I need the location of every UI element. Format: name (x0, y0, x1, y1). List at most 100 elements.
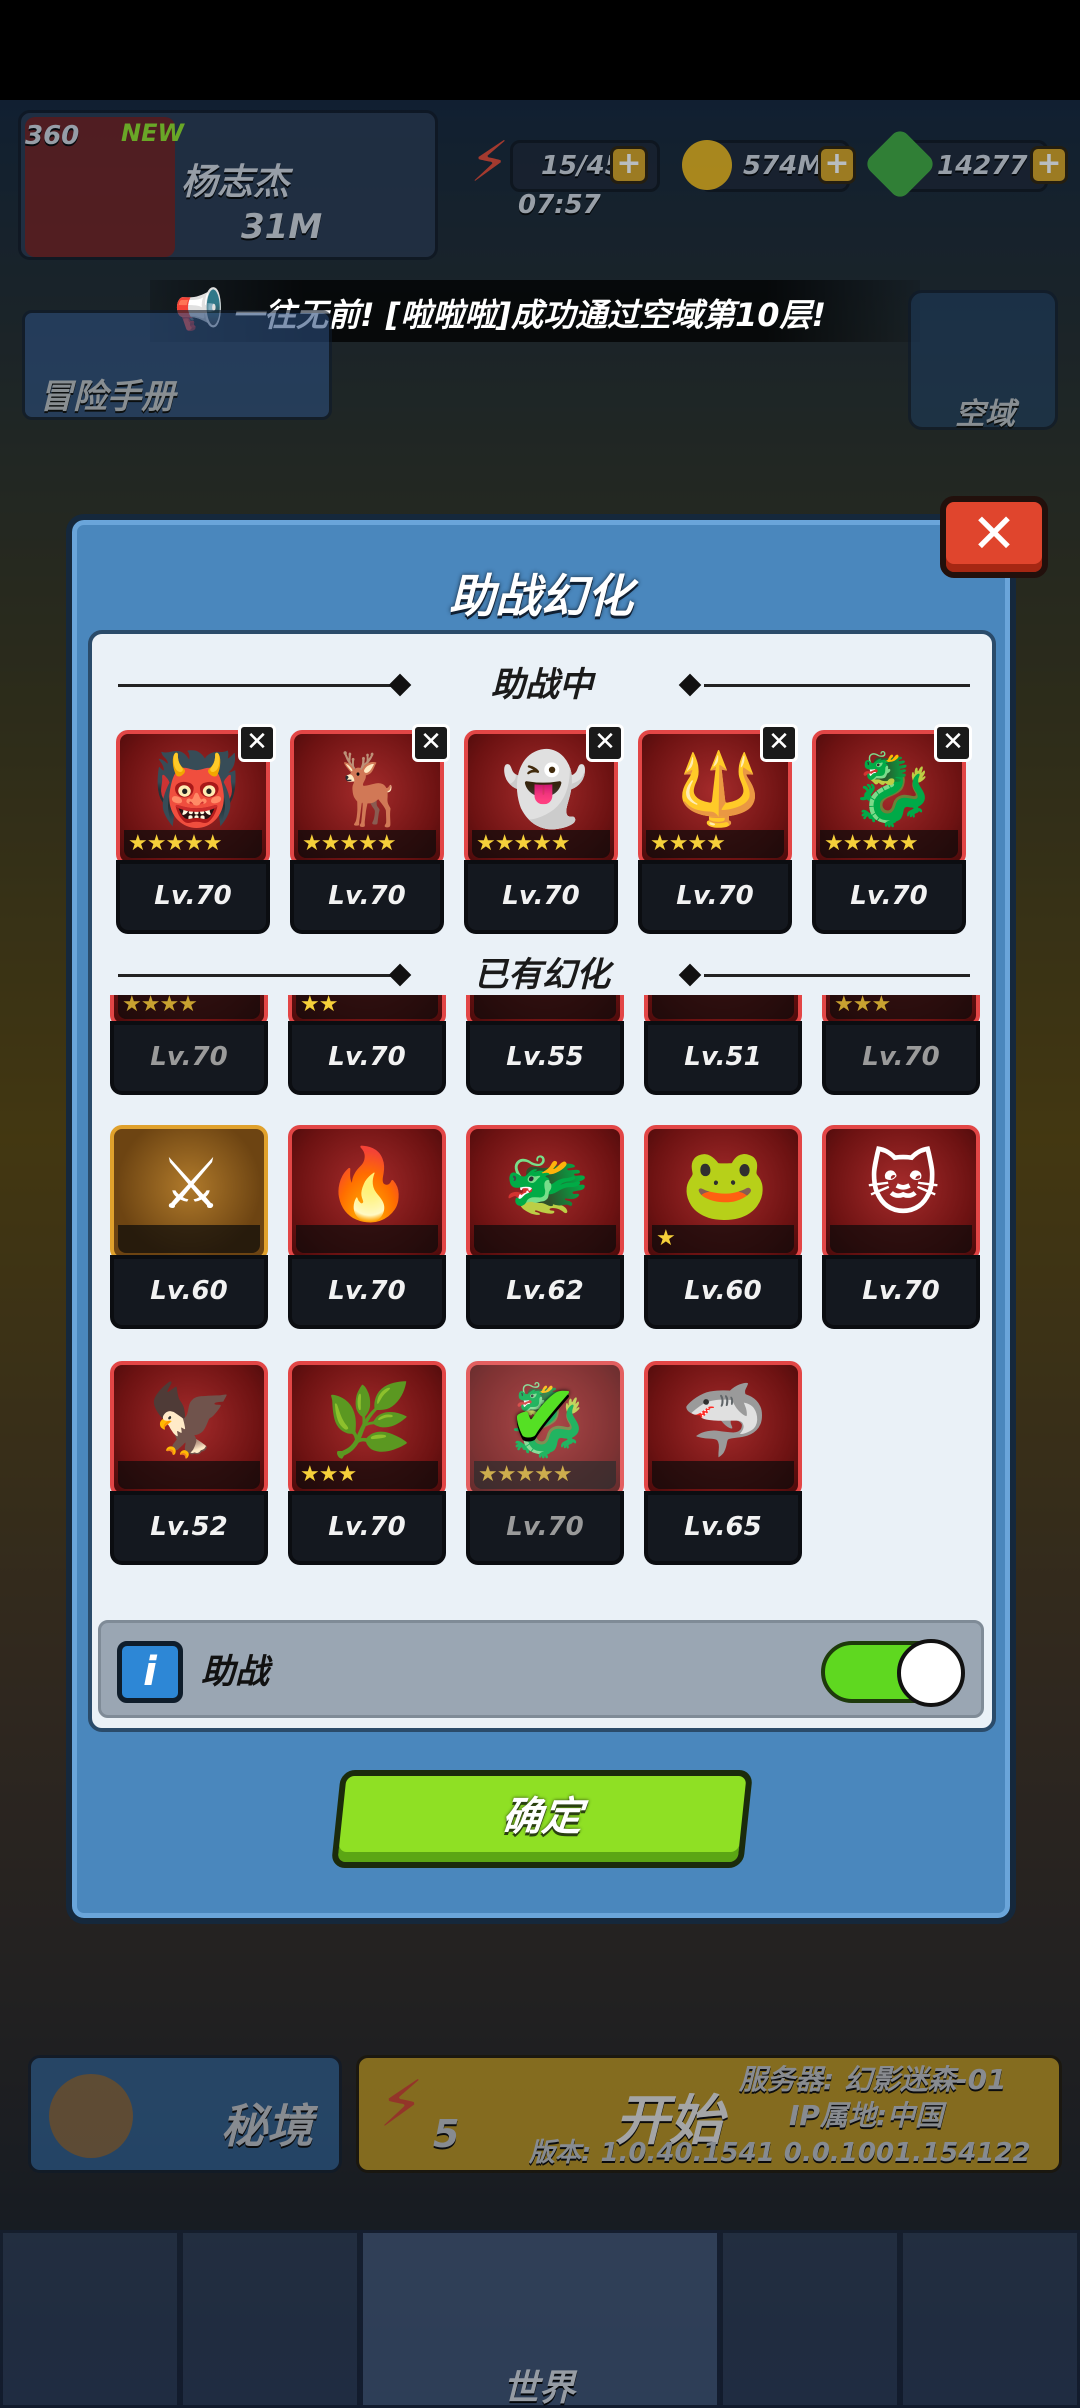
card-art: 🦈 (644, 1361, 802, 1497)
add-gold-button[interactable]: + (818, 146, 856, 184)
remove-button[interactable]: ✕ (238, 724, 276, 762)
shark-icon: 🦈 (681, 1378, 769, 1461)
start-button[interactable]: ⚡ 5 开始 服务器: 幻影迷森-01 IP属地:中国 版本: 1.0.40.1… (356, 2055, 1062, 2173)
target-icon (49, 2074, 133, 2158)
owned-card[interactable]: 🌿 ★★★ Lv.70 (288, 1361, 446, 1565)
green-flame-icon: 🌿 (325, 1378, 413, 1461)
card-stars (830, 1225, 972, 1253)
owned-list[interactable]: ★★★★ Lv.70 ★★ Lv.70 Lv.55 Lv.51 ★★★ Lv.7… (98, 995, 990, 1605)
player-level: 360 (25, 121, 80, 151)
owned-card[interactable]: 🦅 Lv.52 (110, 1361, 268, 1565)
card-level: Lv.70 (110, 1021, 268, 1095)
secret-realm-label: 秘境 (221, 2099, 313, 2153)
energy-cost-icon: ⚡ (379, 2068, 424, 2142)
card-art: 🐲 (466, 1125, 624, 1261)
add-gem-button[interactable]: + (1030, 146, 1068, 184)
tab-upgrade[interactable] (180, 2230, 360, 2408)
green-dragon-icon: 🐲 (503, 1142, 591, 1225)
active-card[interactable]: 🔱 ★★★★ Lv.70 ✕ (638, 724, 798, 934)
player-card[interactable]: 360 NEW 杨志杰 31M (18, 110, 438, 260)
card-level: Lv.55 (466, 1021, 624, 1095)
card-level: Lv.70 (288, 1255, 446, 1329)
assist-setting-bar: i 助战 (98, 1620, 984, 1718)
tab-world[interactable]: 世界 (360, 2230, 720, 2408)
card-stars (296, 1225, 438, 1253)
card-stars: ★ (652, 1225, 794, 1253)
card-level: Lv.70 (290, 860, 444, 934)
remove-button[interactable]: ✕ (586, 724, 624, 762)
owned-card-selected[interactable]: 🐉 ★★★★★ ✔ Lv.70 (466, 1361, 624, 1565)
card-art: ⚔ (110, 1125, 268, 1261)
owned-card[interactable]: 🐱 Lv.70 (822, 1125, 980, 1329)
card-level: Lv.62 (466, 1255, 624, 1329)
card-art: 🐸 ★ (644, 1125, 802, 1261)
dialog-title: 助战幻化 (449, 569, 633, 623)
remove-button[interactable]: ✕ (760, 724, 798, 762)
active-card[interactable]: 👻 ★★★★★ Lv.70 ✕ (464, 724, 624, 934)
coin-icon (682, 140, 732, 190)
tab-social[interactable] (720, 2230, 900, 2408)
assist-label: 助战 (201, 1652, 269, 1692)
card-art: 🦅 (110, 1361, 268, 1497)
tab-shop[interactable] (900, 2230, 1080, 2408)
card-level: Lv.70 (822, 1021, 980, 1095)
section-header-active: 助战中 (92, 660, 992, 710)
card-stars (652, 1461, 794, 1489)
status-bar (0, 0, 1080, 100)
card-level: Lv.70 (466, 1491, 624, 1565)
tab-heroes[interactable] (0, 2230, 180, 2408)
owned-card[interactable]: ★★★ Lv.70 (822, 995, 980, 1095)
owned-card[interactable]: ★★★★ Lv.70 (110, 995, 268, 1095)
card-stars: ★★★★ (646, 830, 784, 858)
card-stars (118, 1225, 260, 1253)
version-label: 版本: 1.0.40.1541 0.0.1001.154122 (529, 2138, 1031, 2168)
card-art: 🔥 (288, 1125, 446, 1261)
active-card[interactable]: 🐉 ★★★★★ Lv.70 ✕ (812, 724, 972, 934)
phoenix-icon: 🦅 (147, 1378, 235, 1461)
card-level: Lv.60 (644, 1255, 802, 1329)
card-level: Lv.70 (812, 860, 966, 934)
card-stars: ★★★★★ (298, 830, 436, 858)
owned-card[interactable]: Lv.51 (644, 995, 802, 1095)
card-stars: ★★★★★ (820, 830, 958, 858)
add-energy-button[interactable]: + (610, 146, 648, 184)
sky-domain-button[interactable]: 空域 (908, 290, 1058, 432)
close-button[interactable]: ✕ (940, 496, 1048, 578)
owned-card[interactable]: 🐲 Lv.62 (466, 1125, 624, 1329)
card-stars: ★★★★★ (124, 830, 262, 858)
ip-label: IP属地:中国 (789, 2099, 944, 2132)
toggle-knob (897, 1639, 965, 1707)
card-stars: ★★ (296, 995, 438, 1019)
lightning-icon: ⚡ (470, 130, 510, 195)
card-art: 🌿 ★★★ (288, 1361, 446, 1497)
info-icon[interactable]: i (117, 1641, 183, 1703)
confirm-button[interactable]: 确定 (330, 1770, 754, 1868)
server-label: 服务器: 幻影迷森-01 (739, 2063, 1007, 2096)
card-stars (474, 995, 616, 1019)
card-level: Lv.70 (116, 860, 270, 934)
adventure-book-label: 冒险手册 (39, 377, 175, 417)
card-stars (118, 1461, 260, 1489)
active-card[interactable]: 🦌 ★★★★★ Lv.70 ✕ (290, 724, 450, 934)
card-stars (652, 995, 794, 1019)
card-level: Lv.51 (644, 1021, 802, 1095)
remove-button[interactable]: ✕ (934, 724, 972, 762)
card-stars: ★★★ (296, 1461, 438, 1489)
energy-timer: 07:57 (518, 190, 601, 220)
remove-button[interactable]: ✕ (412, 724, 450, 762)
owned-card[interactable]: 🦈 Lv.65 (644, 1361, 802, 1565)
adventure-book-button[interactable]: 冒险手册 (22, 310, 332, 420)
secret-realm-button[interactable]: 秘境 (28, 2055, 342, 2173)
active-card[interactable]: 👹 ★★★★★ Lv.70 ✕ (116, 724, 276, 934)
dragon-head-icon: 🐸 (681, 1142, 769, 1225)
gold-value: 574M (743, 151, 824, 181)
owned-card[interactable]: 🐸 ★ Lv.60 (644, 1125, 802, 1329)
owned-card[interactable]: 🔥 Lv.70 (288, 1125, 446, 1329)
card-level: Lv.70 (638, 860, 792, 934)
fire-icon: 🔥 (325, 1142, 413, 1225)
assist-toggle[interactable] (821, 1639, 965, 1707)
owned-card[interactable]: ⚔ Lv.60 (110, 1125, 268, 1329)
owned-card[interactable]: Lv.55 (466, 995, 624, 1095)
owned-card[interactable]: ★★ Lv.70 (288, 995, 446, 1095)
new-badge: NEW (121, 119, 184, 147)
